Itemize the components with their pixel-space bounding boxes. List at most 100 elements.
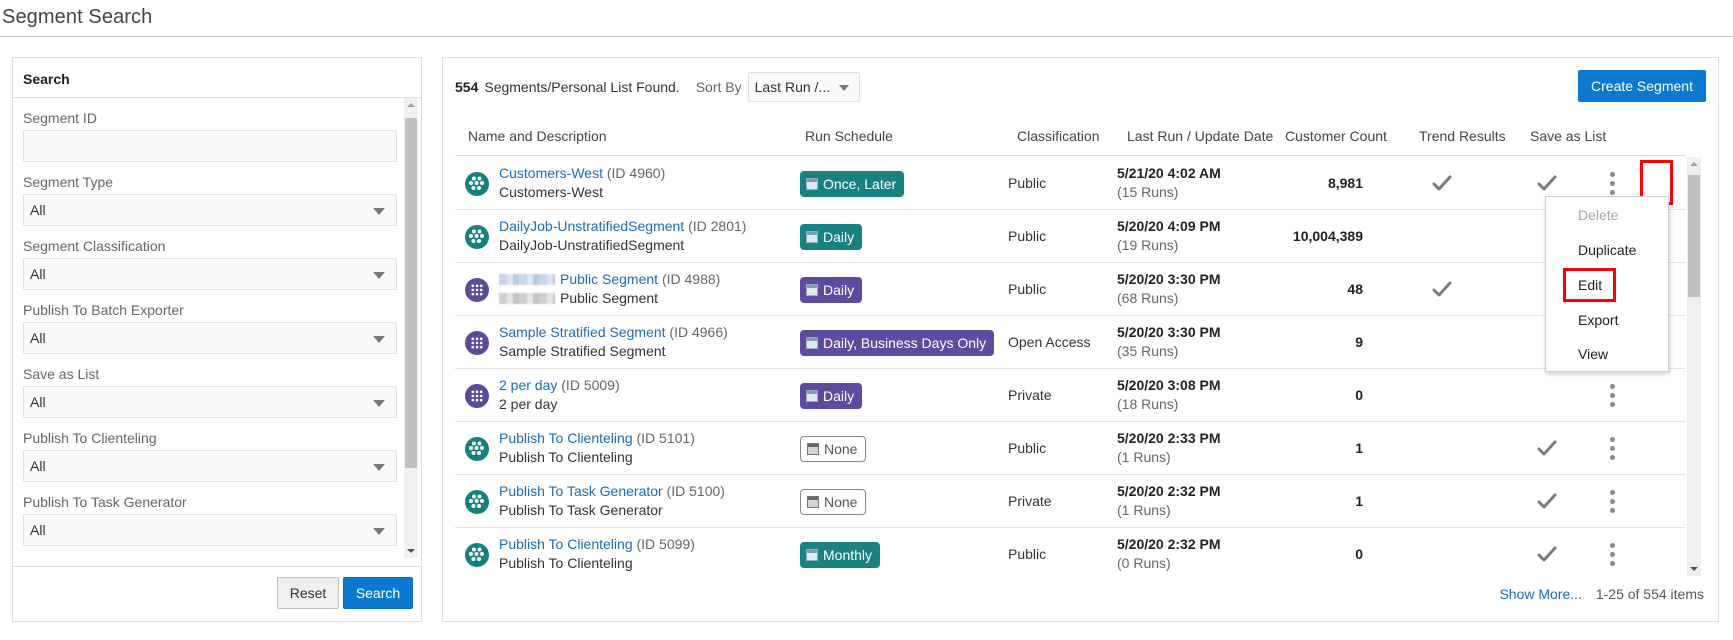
search-panel-header: Search xyxy=(13,58,421,98)
menu-item-delete: Delete xyxy=(1578,207,1619,223)
table-row[interactable]: Publish To Clienteling (ID 5101) Publish … xyxy=(455,422,1685,475)
search-panel: Search Segment ID Segment Type All Segment … xyxy=(12,57,422,622)
segment-name-link[interactable]: Publish To Task Generator xyxy=(499,483,663,499)
field-value: All xyxy=(30,394,46,410)
segment-name: 2 per day (ID 5009) xyxy=(499,377,620,393)
menu-item-view[interactable]: View xyxy=(1578,346,1608,362)
run-schedule-text: None xyxy=(824,441,858,457)
save-as-list-select[interactable]: All xyxy=(23,386,397,418)
row-actions-kebab-icon[interactable] xyxy=(1600,381,1624,411)
table-row[interactable]: 2 per day (ID 5009) 2 per day Daily Private… xyxy=(455,369,1685,422)
search-panel-scrollbar[interactable] xyxy=(404,98,418,558)
scrollbar-thumb[interactable] xyxy=(405,118,417,468)
segment-name-link[interactable]: Customers-West xyxy=(499,165,603,181)
calendar-icon xyxy=(806,284,818,296)
run-schedule-text: Once, Later xyxy=(823,176,897,192)
table-row[interactable]: Customers-West (ID 4960) Customers-West On… xyxy=(455,157,1685,210)
create-segment-button[interactable]: Create Segment xyxy=(1578,70,1706,102)
last-run-date: 5/20/20 3:30 PM xyxy=(1117,271,1221,287)
table-row[interactable]: Publish To Clienteling (ID 5099) Publish … xyxy=(455,528,1685,576)
segment-description: DailyJob-UnstratifiedSegment xyxy=(499,237,684,253)
column-header-name[interactable]: Name and Description xyxy=(468,128,607,144)
pagination-info: 1-25 of 554 items xyxy=(1595,586,1704,602)
segment-grid-icon xyxy=(465,331,489,355)
segment-name-link[interactable]: Public Segment xyxy=(560,271,658,287)
field-label: Publish To Batch Exporter xyxy=(23,302,184,318)
scrollbar-thumb[interactable] xyxy=(1688,175,1700,297)
publish-to-clienteling-select[interactable]: All xyxy=(23,450,397,482)
segment-name-link[interactable]: Publish To Clienteling xyxy=(499,536,633,552)
chevron-down-icon xyxy=(373,400,385,407)
table-footer: Show More... 1-25 of 554 items xyxy=(1499,586,1704,602)
segment-stratified-icon xyxy=(465,172,489,196)
scroll-down-arrow-icon[interactable] xyxy=(1690,567,1698,571)
calendar-icon xyxy=(806,390,818,402)
segment-description: 2 per day xyxy=(499,396,557,412)
segment-name-link[interactable]: Sample Stratified Segment xyxy=(499,324,666,340)
column-header-save-as-list[interactable]: Save as List xyxy=(1530,128,1606,144)
column-header-run-schedule[interactable]: Run Schedule xyxy=(805,128,893,144)
column-header-customer-count[interactable]: Customer Count xyxy=(1285,128,1387,144)
table-row[interactable]: Public Segment (ID 4988) Public Segment Da… xyxy=(455,263,1685,316)
classification: Public xyxy=(1008,281,1047,297)
segment-name-link[interactable]: Publish To Clienteling xyxy=(499,430,633,446)
segment-description-text: 2 per day xyxy=(499,396,558,412)
run-schedule-text: Daily, Business Days Only xyxy=(823,335,987,351)
segment-description-text: Publish To Clienteling xyxy=(499,449,633,465)
results-count: 554 xyxy=(455,79,479,95)
table-row[interactable]: Publish To Task Generator (ID 5100) Publi… xyxy=(455,475,1685,528)
field-label: Segment ID xyxy=(23,110,97,126)
segment-name: Publish To Clienteling (ID 5099) xyxy=(499,536,695,552)
save-as-list-check-icon xyxy=(1537,175,1557,191)
last-run-date: 5/20/20 3:30 PM xyxy=(1117,324,1221,340)
page-title: Segment Search xyxy=(2,6,153,28)
save-as-list-check-icon xyxy=(1537,440,1557,456)
customer-count: 48 xyxy=(1347,281,1363,297)
show-more-link[interactable]: Show More... xyxy=(1499,586,1581,602)
menu-item-edit[interactable]: Edit xyxy=(1578,277,1602,293)
row-actions-kebab-icon[interactable] xyxy=(1600,169,1624,199)
segment-id: (ID 5009) xyxy=(561,377,620,393)
publish-to-task-generator-select[interactable]: All xyxy=(23,514,397,546)
segment-id-input[interactable] xyxy=(23,130,397,162)
menu-item-export[interactable]: Export xyxy=(1578,312,1618,328)
field-value: All xyxy=(30,458,46,474)
row-actions-kebab-icon[interactable] xyxy=(1600,540,1624,570)
row-actions-kebab-icon[interactable] xyxy=(1600,487,1624,517)
table-scrollbar[interactable] xyxy=(1687,157,1701,576)
results-panel: 554 Segments/Personal List Found. Sort B… xyxy=(442,57,1719,622)
row-actions-kebab-icon[interactable] xyxy=(1600,434,1624,464)
menu-item-duplicate[interactable]: Duplicate xyxy=(1578,242,1636,258)
segment-type-select[interactable]: All xyxy=(23,194,397,226)
column-header-classification[interactable]: Classification xyxy=(1017,128,1099,144)
publish-to-batch-exporter-select[interactable]: All xyxy=(23,322,397,354)
run-count: (1 Runs) xyxy=(1117,449,1171,465)
run-schedule-text: Monthly xyxy=(823,547,873,563)
row-actions-menu: Delete Duplicate Edit Export View xyxy=(1545,196,1669,372)
segment-name-link[interactable]: 2 per day xyxy=(499,377,557,393)
run-schedule-badge: Daily xyxy=(800,277,863,303)
segment-stratified-icon xyxy=(465,490,489,514)
sort-by-select[interactable]: Last Run /... xyxy=(747,72,860,102)
run-schedule-text: None xyxy=(824,494,858,510)
segment-classification-select[interactable]: All xyxy=(23,258,397,290)
segment-grid-icon xyxy=(465,384,489,408)
run-schedule-badge: Once, Later xyxy=(800,171,905,197)
search-panel-footer: Reset Search xyxy=(13,566,421,622)
column-header-last-run[interactable]: Last Run / Update Date xyxy=(1127,128,1273,144)
segment-name-link[interactable]: DailyJob-UnstratifiedSegment xyxy=(499,218,684,234)
table-row[interactable]: Sample Stratified Segment (ID 4966) Sampl… xyxy=(455,316,1685,369)
scroll-up-arrow-icon[interactable] xyxy=(1690,162,1698,166)
segment-name: Sample Stratified Segment (ID 4966) xyxy=(499,324,728,340)
column-header-trend-results[interactable]: Trend Results xyxy=(1419,128,1506,144)
scroll-down-arrow-icon[interactable] xyxy=(407,549,415,553)
reset-button[interactable]: Reset xyxy=(277,577,339,609)
run-count: (18 Runs) xyxy=(1117,396,1179,412)
segment-name: Customers-West (ID 4960) xyxy=(499,165,665,181)
segment-id: (ID 4988) xyxy=(661,271,721,287)
segment-grid-icon xyxy=(465,278,489,302)
search-button[interactable]: Search xyxy=(343,577,413,609)
segment-description-text: Customers-West xyxy=(499,184,603,200)
table-row[interactable]: DailyJob-UnstratifiedSegment (ID 2801) Da… xyxy=(455,210,1685,263)
scroll-up-arrow-icon[interactable] xyxy=(407,103,415,107)
